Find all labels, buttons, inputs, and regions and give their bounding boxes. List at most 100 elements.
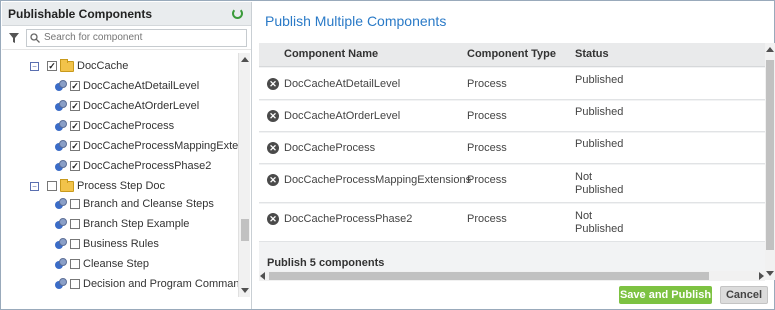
tree-item-label: DocCacheProcess bbox=[83, 120, 175, 132]
component-name: DocCacheAtDetailLevel bbox=[284, 78, 401, 90]
components-table: Component Name Component Type Status ✕ D… bbox=[259, 43, 765, 271]
tree-item-label: Branch Step Example bbox=[83, 218, 190, 230]
component-name: DocCacheProcessPhase2 bbox=[284, 213, 413, 225]
folder-icon bbox=[60, 58, 74, 72]
filter-icon bbox=[9, 32, 19, 43]
component-status: Published bbox=[575, 106, 624, 118]
component-name: DocCacheProcessMappingExtensions bbox=[284, 174, 472, 186]
component-status: Published bbox=[575, 74, 624, 86]
scrollbar-thumb[interactable] bbox=[766, 60, 774, 250]
search-row bbox=[2, 26, 251, 50]
collapse-icon[interactable]: − bbox=[30, 61, 39, 71]
tree-item-label: Process Step Doc bbox=[77, 180, 166, 192]
tree-item-label: DocCacheAtDetailLevel bbox=[83, 80, 200, 92]
tree-item-label: Branch and Cleanse Steps bbox=[83, 198, 214, 210]
tree-item[interactable]: Branch Step Example bbox=[55, 214, 189, 234]
tree-item[interactable]: Business Rules bbox=[55, 234, 159, 254]
publish-panel: Publish Multiple Components Component Na… bbox=[257, 2, 775, 309]
tree-item-label: DocCacheAtOrderLevel bbox=[83, 100, 200, 112]
table-row: ✕ DocCacheProcess Process Published bbox=[259, 133, 765, 164]
tree-item-label: Cleanse Step bbox=[83, 258, 150, 270]
component-status-line2: Published bbox=[575, 184, 624, 196]
tree-item-label: Business Rules bbox=[83, 238, 159, 250]
component-type: Process bbox=[467, 213, 507, 225]
publishable-components-panel: Publishable Components −✓DocCache✓DocCac… bbox=[2, 2, 252, 309]
search-input[interactable] bbox=[44, 32, 234, 43]
table-row: ✕ DocCacheProcessMappingExtensions Proce… bbox=[259, 165, 765, 203]
collapse-icon[interactable]: − bbox=[30, 181, 39, 191]
component-icon bbox=[55, 238, 67, 250]
tree-item-label: Decision and Program Command bbox=[83, 278, 238, 290]
component-status: Published bbox=[575, 138, 624, 150]
scroll-left-arrow-icon[interactable] bbox=[260, 272, 265, 280]
search-icon bbox=[30, 32, 40, 43]
component-type: Process bbox=[467, 142, 507, 154]
scroll-up-arrow-icon[interactable] bbox=[766, 47, 774, 52]
table-header: Component Name Component Type Status bbox=[259, 43, 765, 67]
component-status: Not bbox=[575, 171, 593, 183]
tree-checkbox[interactable] bbox=[70, 219, 80, 229]
cancel-button[interactable]: Cancel bbox=[720, 286, 768, 304]
scroll-up-arrow-icon[interactable] bbox=[241, 57, 249, 62]
scroll-down-arrow-icon[interactable] bbox=[766, 271, 774, 276]
column-header-type: Component Type bbox=[467, 48, 557, 60]
scrollbar-thumb[interactable] bbox=[269, 272, 709, 280]
remove-icon[interactable]: ✕ bbox=[267, 78, 279, 90]
tree-item[interactable]: ✓ DocCacheProcessPhase2 bbox=[55, 156, 211, 176]
tree-item[interactable]: Cleanse Step bbox=[55, 254, 149, 274]
tree-item[interactable]: ✓DocCacheProcessMappingExtensions bbox=[55, 136, 238, 156]
tree-item[interactable]: ✓ DocCacheProcess bbox=[55, 116, 174, 136]
component-icon bbox=[55, 120, 67, 132]
tree-item[interactable]: ✓ DocCacheAtOrderLevel bbox=[55, 96, 199, 116]
tree-checkbox[interactable] bbox=[47, 181, 57, 191]
tree-scrollbar[interactable] bbox=[238, 53, 250, 297]
tree-folder[interactable]: − ✓ DocCache bbox=[30, 56, 128, 76]
remove-icon[interactable]: ✕ bbox=[267, 213, 279, 225]
tree-checkbox[interactable]: ✓ bbox=[47, 61, 57, 71]
tree-checkbox[interactable] bbox=[70, 239, 80, 249]
folder-icon bbox=[60, 178, 74, 192]
table-vertical-scrollbar[interactable] bbox=[765, 43, 775, 280]
panel-title: Publishable Components bbox=[8, 6, 153, 21]
tree-item-label: DocCacheProcessMappingExtensions bbox=[83, 140, 238, 152]
component-type: Process bbox=[467, 78, 507, 90]
scroll-right-arrow-icon[interactable] bbox=[759, 272, 764, 280]
remove-icon[interactable]: ✕ bbox=[267, 110, 279, 122]
component-type: Process bbox=[467, 110, 507, 122]
tree-checkbox[interactable]: ✓ bbox=[70, 121, 80, 131]
component-icon bbox=[55, 80, 67, 92]
component-icon bbox=[55, 218, 67, 230]
search-box[interactable] bbox=[26, 28, 247, 47]
tree-checkbox[interactable] bbox=[70, 199, 80, 209]
dialog-frame: Publishable Components −✓DocCache✓DocCac… bbox=[0, 0, 775, 310]
tree-item[interactable]: Decision and Program Command bbox=[55, 274, 238, 294]
component-name: DocCacheProcess bbox=[284, 142, 376, 154]
tree-checkbox[interactable]: ✓ bbox=[70, 81, 80, 91]
component-tree: − ✓ DocCache ✓ DocCacheAtDetailLevel ✓ DocCach… bbox=[2, 53, 238, 297]
tree-checkbox[interactable]: ✓ bbox=[70, 101, 80, 111]
tree-checkbox[interactable] bbox=[70, 279, 80, 289]
tree-folder[interactable]: − Process Step Doc bbox=[30, 176, 165, 196]
component-icon bbox=[55, 100, 67, 112]
table-row: ✕ DocCacheAtDetailLevel Process Publishe… bbox=[259, 68, 765, 100]
filter-button[interactable] bbox=[6, 30, 22, 46]
remove-icon[interactable]: ✕ bbox=[267, 174, 279, 186]
remove-icon[interactable]: ✕ bbox=[267, 142, 279, 154]
tree-item[interactable]: ✓ DocCacheAtDetailLevel bbox=[55, 76, 199, 96]
refresh-icon[interactable] bbox=[232, 8, 243, 19]
component-icon bbox=[55, 258, 67, 270]
table-horizontal-scrollbar[interactable] bbox=[259, 271, 765, 281]
save-and-publish-button[interactable]: Save and Publish bbox=[619, 286, 712, 304]
component-icon bbox=[55, 198, 67, 210]
column-header-name: Component Name bbox=[284, 48, 379, 60]
tree-item[interactable]: Branch and Cleanse Steps bbox=[55, 194, 214, 214]
tree-checkbox[interactable] bbox=[70, 259, 80, 269]
scroll-down-arrow-icon[interactable] bbox=[241, 288, 249, 293]
tree-checkbox[interactable]: ✓ bbox=[70, 141, 80, 151]
column-header-status: Status bbox=[575, 48, 609, 60]
scrollbar-thumb[interactable] bbox=[241, 219, 249, 241]
component-status: Not bbox=[575, 210, 593, 222]
tree-item-label: DocCacheProcessPhase2 bbox=[83, 160, 212, 172]
tree-checkbox[interactable]: ✓ bbox=[70, 161, 80, 171]
panel-header: Publishable Components bbox=[2, 2, 251, 26]
